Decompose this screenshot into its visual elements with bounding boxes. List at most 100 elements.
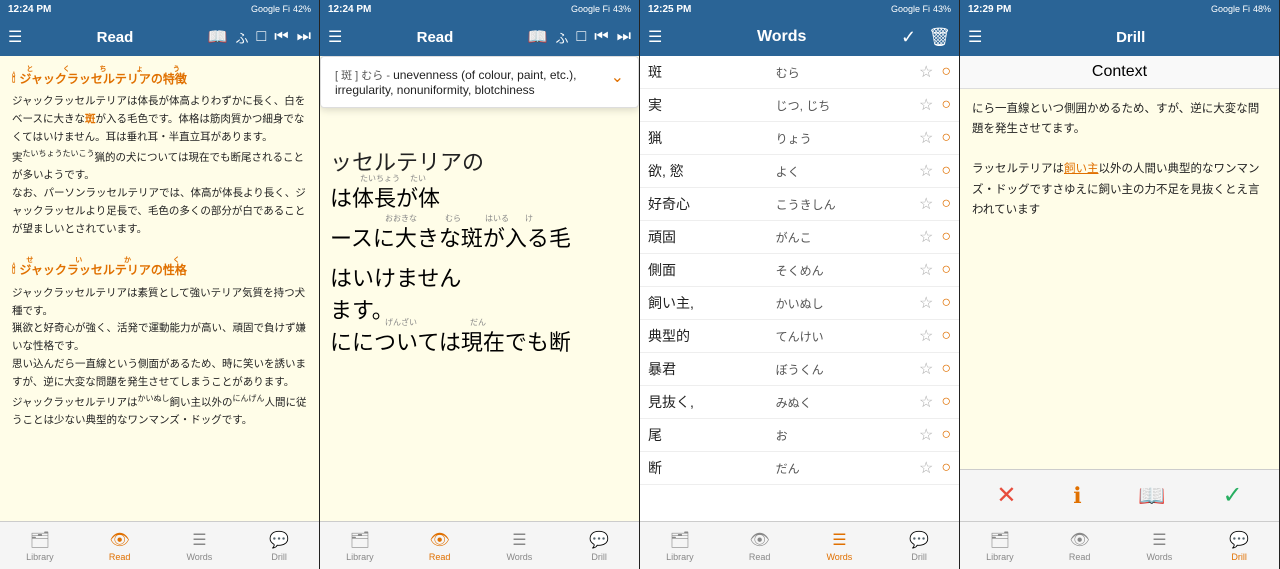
word-reading: だん [768,452,880,485]
table-row[interactable]: 斑 むら ☆ ○ [640,56,959,89]
star-icon[interactable]: ☆ [919,161,933,181]
panel-reading-1: 12:24 PM Google Fi 42% ☰ Read 📖 ふ □ ⏮ ⏭ … [0,0,320,569]
table-row[interactable]: 側面 そくめん ☆ ○ [640,254,959,287]
big-line-6: げんざい だん にについては現在でも断 [330,325,629,357]
tab-words-1[interactable]: ☰ Words [160,522,240,569]
star-icon[interactable]: ☆ [919,62,933,82]
star-icon[interactable]: ☆ [919,326,933,346]
word-reading: かいぬし [768,287,880,320]
tab-library-4[interactable]: 🗂 Library [960,522,1040,569]
circle-icon[interactable]: ○ [941,162,951,180]
tab-read-4[interactable]: 👁 Read [1040,522,1120,569]
tab-words-4[interactable]: ☰ Words [1120,522,1200,569]
tab-words-label-3: Words [826,552,852,562]
star-icon[interactable]: ☆ [919,425,933,445]
read-icon-2: 👁 [429,530,449,550]
tab-drill-3[interactable]: 💬 Drill [879,522,959,569]
forward-icon-2[interactable]: ⏭ [617,28,631,46]
table-row[interactable]: 頑固 がんこ ☆ ○ [640,221,959,254]
table-row[interactable]: 暴君 ぼうくん ☆ ○ [640,353,959,386]
circle-icon[interactable]: ○ [941,327,951,345]
tab-library-3[interactable]: 🗂 Library [640,522,720,569]
drill-cancel-button[interactable]: ✕ [996,481,1016,510]
words-list: 斑 むら ☆ ○ 実 じつ, じち ☆ ○ 猟 りょう ☆ [640,56,959,521]
table-row[interactable]: 断 だん ☆ ○ [640,452,959,485]
tab-read-2[interactable]: 👁 Read [400,522,480,569]
fu-icon-2[interactable]: ふ [556,28,569,47]
circle-icon[interactable]: ○ [941,195,951,213]
square-icon-2[interactable]: □ [577,28,587,46]
star-icon[interactable]: ☆ [919,293,933,313]
nav-title-2: Read [350,29,519,46]
table-row[interactable]: 尾 お ☆ ○ [640,419,959,452]
tab-library-2[interactable]: 🗂 Library [320,522,400,569]
content-area-2: ⌄ [ 斑 ] むら - unevenness (of colour, pain… [320,56,639,521]
circle-icon[interactable]: ○ [941,261,951,279]
drill-book-button[interactable]: 📖 [1138,483,1165,509]
star-icon[interactable]: ☆ [919,359,933,379]
tab-drill-1[interactable]: 💬 Drill [239,522,319,569]
star-icon[interactable]: ☆ [919,458,933,478]
circle-icon[interactable]: ○ [941,228,951,246]
table-row[interactable]: 欲, 慾 よく ☆ ○ [640,155,959,188]
table-row[interactable]: 好奇心 こうきしん ☆ ○ [640,188,959,221]
popup-bracket: [ 斑 ] むら - [335,70,393,82]
table-row[interactable]: 猟 りょう ☆ ○ [640,122,959,155]
highlight-mura[interactable]: 斑 [85,113,96,125]
tab-drill-label-4: Drill [1231,552,1247,562]
table-row[interactable]: 飼い主, かいぬし ☆ ○ [640,287,959,320]
status-bar-2: 12:24 PM Google Fi 43% [320,0,639,18]
star-icon[interactable]: ☆ [919,227,933,247]
word-reading: そくめん [768,254,880,287]
menu-icon-3[interactable]: ☰ [648,27,662,47]
table-row[interactable]: 実 じつ, じち ☆ ○ [640,89,959,122]
table-row[interactable]: 典型的 てんけい ☆ ○ [640,320,959,353]
menu-icon-4[interactable]: ☰ [968,27,982,47]
menu-icon-1[interactable]: ☰ [8,27,22,47]
tab-library-1[interactable]: 🗂 Library [0,522,80,569]
star-icon[interactable]: ☆ [919,95,933,115]
tab-words-2[interactable]: ☰ Words [480,522,560,569]
tab-read-3[interactable]: 👁 Read [720,522,800,569]
table-row[interactable]: 見抜く, みぬく ☆ ○ [640,386,959,419]
star-icon[interactable]: ☆ [919,260,933,280]
star-icon[interactable]: ☆ [919,392,933,412]
back-icon-2[interactable]: ⏮ [594,28,608,46]
word-actions: ☆ ○ [879,320,959,353]
star-icon[interactable]: ☆ [919,194,933,214]
circle-icon[interactable]: ○ [941,459,951,477]
tab-drill-4[interactable]: 💬 Drill [1199,522,1279,569]
trash-icon[interactable]: 🗑 [928,27,951,48]
flame-icon-1: 🕯 [12,68,15,88]
forward-icon-1[interactable]: ⏭ [297,28,311,46]
circle-icon[interactable]: ○ [941,129,951,147]
word-actions: ☆ ○ [879,419,959,452]
fu-icon-1[interactable]: ふ [236,28,249,47]
circle-icon[interactable]: ○ [941,96,951,114]
checkmark-icon[interactable]: ✓ [901,27,916,48]
back-icon-1[interactable]: ⏮ [274,28,288,46]
library-icon-4: 🗂 [990,530,1010,550]
tab-read-label-2: Read [429,552,451,562]
circle-icon[interactable]: ○ [941,63,951,81]
circle-icon[interactable]: ○ [941,360,951,378]
definition-popup[interactable]: ⌄ [ 斑 ] むら - unevenness (of colour, pain… [320,56,639,108]
circle-icon[interactable]: ○ [941,393,951,411]
popup-chevron[interactable]: ⌄ [611,67,624,87]
tab-words-3[interactable]: ☰ Words [800,522,880,569]
drill-confirm-button[interactable]: ✓ [1223,481,1243,510]
menu-icon-2[interactable]: ☰ [328,27,342,47]
tab-read-1[interactable]: 👁 Read [80,522,160,569]
book-icon-2[interactable]: 📖 [528,27,548,47]
word-actions: ☆ ○ [879,221,959,254]
drill-info-button[interactable]: ℹ [1073,483,1081,509]
square-icon-1[interactable]: □ [257,28,267,46]
word-reading: りょう [768,122,880,155]
star-icon[interactable]: ☆ [919,128,933,148]
tab-drill-2[interactable]: 💬 Drill [559,522,639,569]
circle-icon[interactable]: ○ [941,294,951,312]
tab-library-label-3: Library [666,552,694,562]
tab-read-label-4: Read [1069,552,1091,562]
circle-icon[interactable]: ○ [941,426,951,444]
book-icon-1[interactable]: 📖 [208,27,228,47]
